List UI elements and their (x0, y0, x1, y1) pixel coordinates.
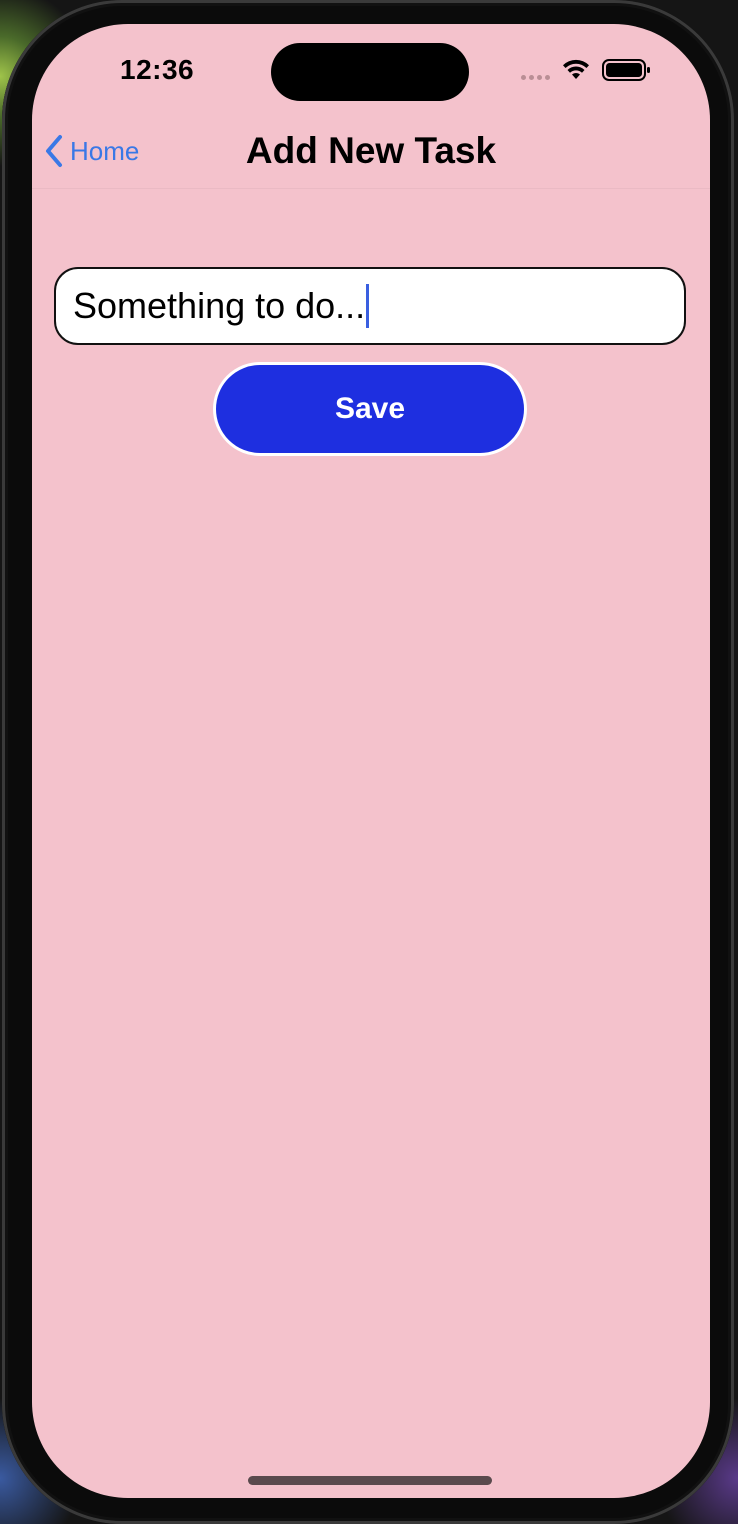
task-input[interactable]: Something to do... (54, 267, 686, 345)
phone-frame: 12:36 Home Add New Task Something to do.… (2, 0, 734, 1524)
home-indicator[interactable] (248, 1476, 492, 1485)
page-title: Add New Task (245, 130, 497, 171)
battery-icon (602, 59, 650, 81)
status-time: 12:36 (120, 54, 195, 85)
status-indicators (521, 58, 652, 82)
navigation-bar: Home Add New Task (32, 124, 710, 189)
wifi-icon (563, 59, 589, 79)
dynamic-island (271, 43, 469, 101)
phone-screen: 12:36 Home Add New Task Something to do.… (32, 24, 710, 1498)
cellular-icon (521, 60, 550, 80)
text-caret (366, 284, 370, 328)
save-button[interactable]: Save (213, 362, 527, 456)
task-input-value: Something to do... (73, 285, 366, 326)
